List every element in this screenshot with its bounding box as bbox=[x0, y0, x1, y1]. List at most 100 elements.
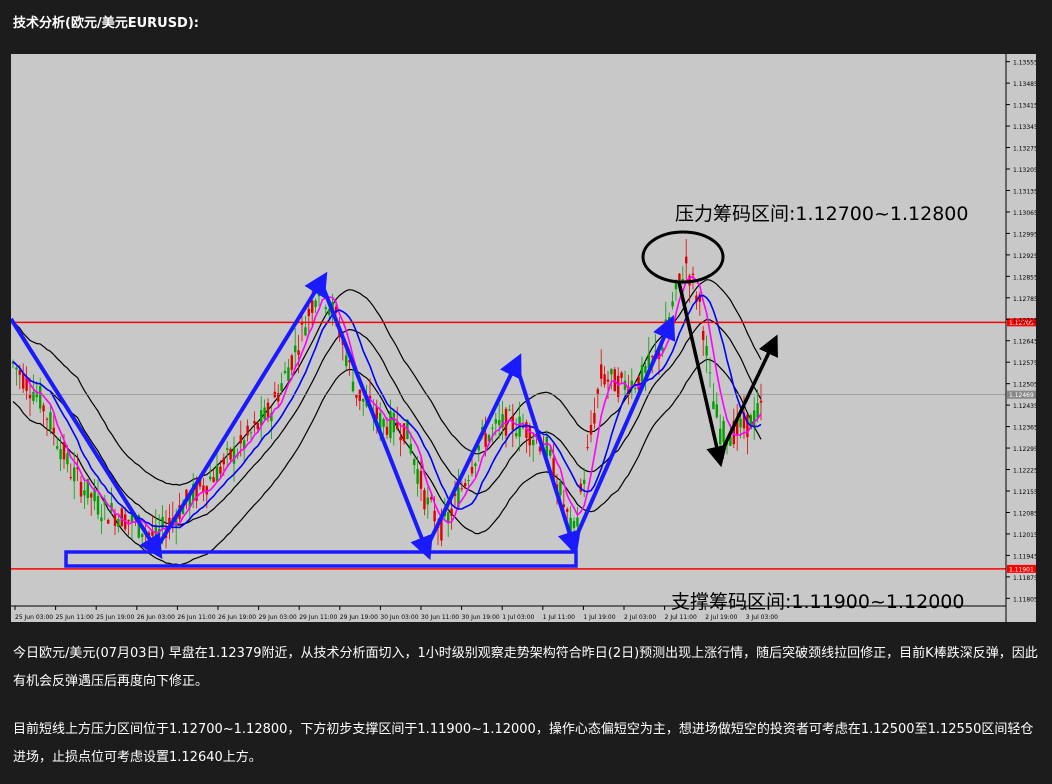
time-tick-label: 25 Jun 03:00 bbox=[15, 614, 53, 621]
time-tick-label: 2 Jul 03:00 bbox=[624, 614, 656, 621]
candle-body bbox=[215, 464, 219, 482]
candle-body bbox=[232, 447, 236, 464]
candle-body bbox=[205, 486, 208, 495]
price-axis: 1.13555 1.13485 1.13415 1.13345 1.13275 1.132… bbox=[1005, 54, 1036, 622]
candle-body bbox=[253, 421, 256, 424]
candle-body bbox=[508, 409, 511, 411]
candle-body bbox=[528, 426, 531, 446]
candle-body bbox=[426, 497, 429, 505]
candle-body bbox=[651, 356, 654, 358]
candle-body bbox=[355, 394, 358, 398]
price-tick-label: 1.13135 bbox=[1013, 188, 1036, 195]
candle-body bbox=[719, 428, 722, 445]
price-tick-label: 1.12855 bbox=[1013, 274, 1036, 281]
support-annotation: 支撑筹码区间:1.11900~1.12000 bbox=[671, 591, 964, 613]
candle-body bbox=[708, 372, 712, 374]
analysis-paragraph-1: 今日欧元/美元(07月03日) 早盘在1.12379附近，从技术分析面切入，1小… bbox=[13, 646, 1038, 689]
candle-body bbox=[209, 476, 212, 480]
eurusd-chart: 1.12705 1.11901 1.12469 1.13555 1.13485 1.13… bbox=[11, 54, 1036, 622]
price-tick-label: 1.13345 bbox=[1013, 124, 1036, 131]
candle-body bbox=[287, 367, 290, 381]
candle-body bbox=[90, 493, 93, 498]
candle-body bbox=[634, 387, 637, 389]
candle-body bbox=[644, 366, 647, 373]
time-tick-label: 29 Jun 11:00 bbox=[299, 614, 337, 621]
section-title: 技术分析(欧元/美元EURUSD): bbox=[13, 16, 199, 31]
candle-body bbox=[226, 448, 229, 450]
candle-body bbox=[351, 381, 355, 392]
candle-body bbox=[307, 308, 310, 317]
price-tick-label: 1.11945 bbox=[1013, 553, 1036, 560]
candle-body bbox=[620, 372, 623, 378]
support-zone-box bbox=[64, 550, 578, 568]
candle-body bbox=[59, 449, 62, 460]
candle-body bbox=[671, 301, 674, 307]
time-tick-label: 29 Jun 19:00 bbox=[340, 614, 378, 621]
trend-arrow bbox=[11, 317, 163, 560]
candle-body bbox=[246, 425, 249, 436]
candle-body bbox=[515, 433, 518, 437]
price-tick-label: 1.12435 bbox=[1013, 403, 1036, 410]
candle-body bbox=[559, 481, 562, 496]
candle-body bbox=[413, 459, 416, 466]
candle-body bbox=[100, 517, 103, 522]
price-tick-label: 1.13415 bbox=[1013, 103, 1036, 110]
candle-body bbox=[15, 367, 18, 370]
candle-body bbox=[56, 446, 59, 449]
price-tick-label: 1.12085 bbox=[1013, 510, 1036, 517]
price-tick-label: 1.13205 bbox=[1013, 167, 1036, 174]
price-tick-label: 1.12225 bbox=[1013, 468, 1036, 475]
candle-body bbox=[32, 391, 35, 401]
candle-body bbox=[382, 419, 385, 427]
price-tick-label: 1.11875 bbox=[1013, 575, 1036, 582]
candle-body bbox=[290, 355, 293, 370]
candle-body bbox=[39, 386, 42, 409]
candle-body bbox=[358, 389, 361, 401]
candle-body bbox=[69, 477, 72, 479]
candle-body bbox=[586, 447, 589, 449]
candle-body bbox=[389, 411, 392, 439]
candle-body bbox=[576, 517, 579, 527]
candle-body bbox=[229, 448, 232, 460]
candle-body bbox=[219, 466, 222, 474]
trend-arrow bbox=[514, 363, 581, 556]
candle-body bbox=[549, 449, 552, 456]
price-tick-label: 1.12785 bbox=[1013, 296, 1036, 303]
candle-body bbox=[419, 470, 423, 489]
candle-body bbox=[345, 355, 348, 367]
candle-body bbox=[239, 435, 242, 444]
candle-body bbox=[606, 379, 610, 382]
price-tick-label: 1.13065 bbox=[1013, 210, 1036, 217]
time-tick-label: 26 Jun 03:00 bbox=[137, 614, 175, 621]
candles bbox=[11, 239, 763, 554]
price-tick-label: 1.12365 bbox=[1013, 425, 1036, 432]
candle-body bbox=[566, 509, 569, 512]
candle-body bbox=[362, 398, 365, 402]
candle-body bbox=[532, 439, 535, 446]
candle-body bbox=[260, 410, 263, 426]
time-tick-label: 26 Jun 19:00 bbox=[218, 614, 256, 621]
candle-body bbox=[141, 533, 144, 538]
candle-body bbox=[392, 412, 395, 433]
candle-body bbox=[474, 463, 477, 466]
chart-svg: 1.127051.119011.12469 1.135551.134851.13… bbox=[11, 54, 1036, 622]
candle-body bbox=[222, 457, 225, 465]
candle-body bbox=[685, 256, 688, 264]
candle-body bbox=[572, 520, 576, 528]
candle-body bbox=[280, 383, 283, 391]
candle-body bbox=[127, 519, 130, 522]
candle-body bbox=[617, 375, 620, 398]
candle-body bbox=[447, 512, 450, 523]
candle-body bbox=[712, 401, 715, 410]
candle-body bbox=[66, 453, 69, 465]
candle-body bbox=[283, 370, 287, 374]
candle-body bbox=[62, 442, 66, 460]
candle-body bbox=[73, 467, 76, 482]
price-tick-label: 1.13485 bbox=[1013, 81, 1036, 88]
candle-body bbox=[433, 510, 436, 522]
candle-body bbox=[79, 481, 83, 497]
candle-body bbox=[484, 433, 487, 447]
candle-body bbox=[385, 426, 389, 435]
candle-body bbox=[324, 307, 327, 310]
resistance-annotation: 压力筹码区间:1.12700~1.12800 bbox=[675, 203, 968, 225]
